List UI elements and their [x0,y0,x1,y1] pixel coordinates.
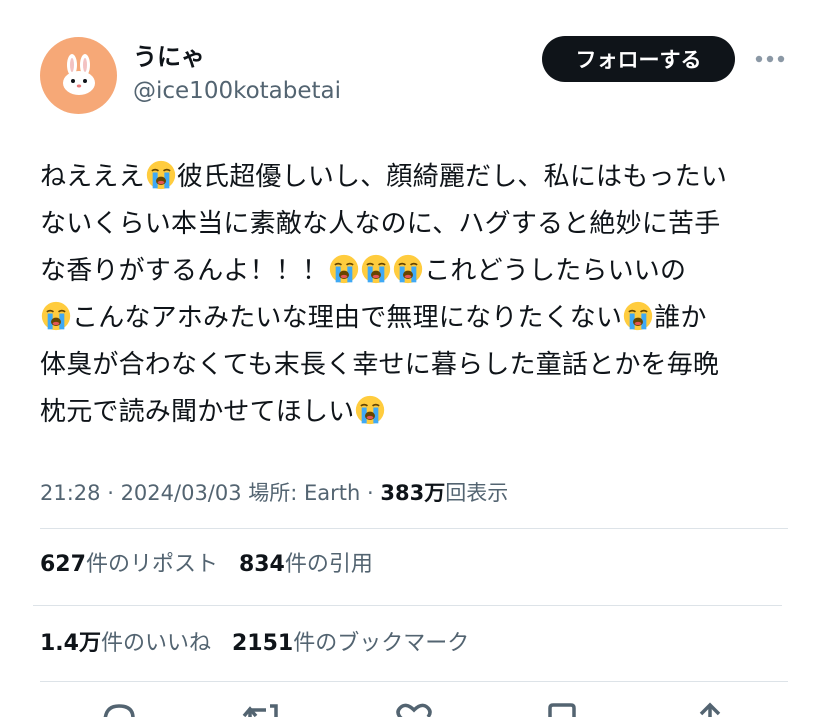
quotes-stat[interactable]: 834件の引用 [239,552,373,577]
divider [40,681,788,682]
like-icon[interactable] [394,700,434,717]
tweet-line: ないくらい本当に素敵な人なのに、ハグすると絶妙に苦手 [40,209,721,239]
reply-icon[interactable] [99,700,139,717]
loudly-crying-face-emoji [362,254,391,284]
stats-row-shares: 627件のリポスト 834件の引用 [40,550,373,580]
follow-button[interactable]: フォローする [542,36,735,82]
handle[interactable]: @ice100kotabetai [133,77,341,105]
stats-row-engagement: 1.4万件のいいね 2151件のブックマーク [40,629,469,659]
loudly-crying-face-emoji [356,395,385,425]
tweet-line: 枕元で読み聞かせてほしい [40,389,800,436]
reposts-stat[interactable]: 627件のリポスト [40,552,218,577]
loudly-crying-face-emoji [146,160,175,190]
bookmarks-stat[interactable]: 2151件のブックマーク [232,631,469,656]
loudly-crying-face-emoji [330,254,359,284]
tweet-detail: うにゃ @ice100kotabetai フォローする ねえええ 彼氏超優しいし、… [0,0,828,717]
views-count: 383万 [380,481,446,505]
tweet-time[interactable]: 21:28 [40,481,101,505]
avatar[interactable] [40,37,117,114]
tweet-meta: 21:28 · 2024/03/03 場所: Earth · 383万回表示 [40,481,509,505]
views-label: 回表示 [445,481,509,505]
more-dots-icon[interactable] [754,48,786,70]
rabbit-icon [62,53,95,95]
loudly-crying-face-emoji [41,301,71,331]
tweet-line: こんなアホみたいな理由で無理になりたくない 誰か [40,295,800,342]
loudly-crying-face-emoji [624,301,653,331]
tweet-line: ねえええ 彼氏超優しいし、顔綺麗だし、私にはもったい [40,160,728,192]
likes-stat[interactable]: 1.4万件のいいね [40,631,211,656]
bookmark-icon[interactable] [542,700,582,717]
tweet-date[interactable]: 2024/03/03 [121,481,242,505]
loudly-crying-face-emoji [394,254,423,284]
tweet-line: 体臭が合わなくても末長く幸せに暮らした童話とかを毎晩 [40,350,720,380]
tweet-text: ねえええ 彼氏超優しいし、顔綺麗だし、私にはもったい ないくらい本当に素敵な人なの… [40,154,800,436]
tweet-line: な香りがするんよ！！！ これどうしたらいいの [40,254,687,286]
retweet-icon[interactable] [242,700,282,717]
action-bar [0,690,828,717]
share-icon[interactable] [690,700,730,717]
divider [40,528,788,529]
tweet-location: 場所: Earth [241,481,361,505]
display-name[interactable]: うにゃ [133,42,205,72]
divider [33,605,782,606]
